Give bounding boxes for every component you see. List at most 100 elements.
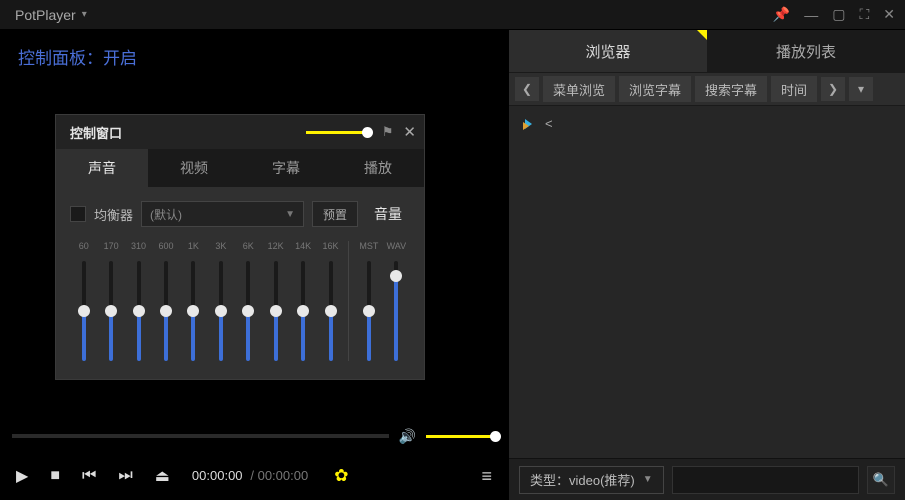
seek-bar[interactable] <box>12 434 389 438</box>
eq-band[interactable]: 170 <box>97 241 124 361</box>
status-banner: 控制面板：开启 <box>0 30 508 69</box>
opacity-knob[interactable] <box>362 127 373 138</box>
band-slider[interactable] <box>191 261 195 361</box>
control-window-title: 控制窗口 <box>70 123 122 142</box>
settings-icon[interactable]: ✿ <box>334 466 348 486</box>
band-slider[interactable] <box>82 261 86 361</box>
tab-video[interactable]: 视频 <box>148 149 240 187</box>
band-freq: 310 <box>131 241 146 257</box>
band-slider[interactable] <box>246 261 250 361</box>
pin-icon[interactable]: 📌 <box>773 6 790 23</box>
play-button[interactable]: ▶ <box>16 466 28 486</box>
back-button[interactable]: ❮ <box>515 77 539 101</box>
next-button[interactable]: ⏭ <box>118 467 132 485</box>
band-slider[interactable] <box>219 261 223 361</box>
band-slider[interactable] <box>274 261 278 361</box>
band-slider[interactable] <box>329 261 333 361</box>
chevron-down-icon: ▼ <box>285 209 295 220</box>
maximize-icon[interactable]: ▢ <box>832 6 845 23</box>
band-label: WAV <box>387 241 407 257</box>
preset-value: (默认) <box>150 206 182 223</box>
pin-window-icon[interactable]: ⚑ <box>382 124 394 140</box>
side-tabs: 浏览器 播放列表 <box>509 30 905 72</box>
eq-checkbox[interactable] <box>70 206 86 222</box>
eq-band[interactable]: 1K <box>180 241 207 361</box>
band-label: MST <box>359 241 378 257</box>
item-label: < <box>545 116 553 131</box>
volume-icon[interactable]: 🔊 <box>399 428 416 445</box>
stop-button[interactable]: ■ <box>50 467 60 485</box>
player-pane: 控制面板：开启 控制窗口 ⚑ ✕ 声音 视频 字幕 播放 均衡器 (默认) <box>0 30 508 500</box>
time-total: 00:00:00 <box>258 468 309 483</box>
browse-subtitle-button[interactable]: 浏览字幕 <box>619 76 691 102</box>
eq-bands: 60 170 310 600 1K 3K 6K 12K 14K 16K MST WAV <box>70 241 410 361</box>
eq-label: 均衡器 <box>94 205 133 224</box>
search-subtitle-button[interactable]: 搜索字幕 <box>695 76 767 102</box>
audio-panel: 均衡器 (默认) ▼ 预置 音量 60 170 310 600 1K 3K 6K 12K 14K… <box>56 187 424 379</box>
tab-indicator-icon <box>697 30 707 40</box>
volume-band-mst[interactable]: MST <box>355 241 382 361</box>
band-slider[interactable] <box>164 261 168 361</box>
eject-button[interactable]: ⏏ <box>155 466 170 486</box>
eq-band[interactable]: 3K <box>207 241 234 361</box>
band-freq: 6K <box>243 241 254 257</box>
toolbar-dropdown[interactable]: ▾ <box>849 77 873 101</box>
menu-icon[interactable]: ≡ <box>481 466 492 487</box>
preset-button[interactable]: 预置 <box>312 201 358 227</box>
minimize-icon[interactable]: — <box>804 7 818 23</box>
volume-band-wav[interactable]: WAV <box>383 241 410 361</box>
eq-band[interactable]: 12K <box>262 241 289 361</box>
menu-browse-button[interactable]: 菜单浏览 <box>543 76 615 102</box>
eq-band[interactable]: 60 <box>70 241 97 361</box>
tab-browser[interactable]: 浏览器 <box>509 30 707 72</box>
close-control-window-icon[interactable]: ✕ <box>403 123 416 141</box>
band-slider[interactable] <box>137 261 141 361</box>
preset-dropdown[interactable]: (默认) ▼ <box>141 201 304 227</box>
volume-slider[interactable] <box>426 435 496 438</box>
search-input[interactable] <box>672 466 859 494</box>
close-icon[interactable]: ✕ <box>883 6 895 23</box>
eq-band[interactable]: 600 <box>152 241 179 361</box>
time-current: 00:00:00 <box>192 468 243 483</box>
eq-band[interactable]: 16K <box>317 241 344 361</box>
eq-band[interactable]: 6K <box>235 241 262 361</box>
list-item[interactable]: < <box>523 116 891 131</box>
eq-band[interactable]: 310 <box>125 241 152 361</box>
main: 控制面板：开启 控制窗口 ⚑ ✕ 声音 视频 字幕 播放 均衡器 (默认) <box>0 30 905 500</box>
media-icon <box>523 117 537 131</box>
band-freq: 60 <box>79 241 89 257</box>
volume-label: 音量 <box>366 201 410 227</box>
playback-controls: ▶ ■ ⏮ ⏭ ⏏ 00:00:00 / 00:00:00 ✿ ≡ <box>0 452 508 500</box>
time-display: 00:00:00 / 00:00:00 <box>192 468 308 484</box>
browser-footer: 类型： video(推荐) ▼ 🔍 <box>509 458 905 500</box>
forward-button[interactable]: ❯ <box>821 77 845 101</box>
window-controls: 📌 — ▢ ⛶ ✕ <box>773 6 895 23</box>
band-slider[interactable] <box>367 261 371 361</box>
band-freq: 1K <box>188 241 199 257</box>
control-window-header[interactable]: 控制窗口 ⚑ ✕ <box>56 115 424 149</box>
title-dropdown-icon[interactable]: ▾ <box>82 9 87 20</box>
browser-toolbar: ❮ 菜单浏览 浏览字幕 搜索字幕 时间 ❯ ▾ <box>509 72 905 106</box>
band-freq: 16K <box>323 241 339 257</box>
opacity-slider[interactable] <box>306 131 368 134</box>
type-filter-dropdown[interactable]: 类型： video(推荐) ▼ <box>519 466 664 494</box>
band-freq: 600 <box>158 241 173 257</box>
app-title: PotPlayer <box>15 7 76 23</box>
tab-audio[interactable]: 声音 <box>56 149 148 187</box>
tab-playback[interactable]: 播放 <box>332 149 424 187</box>
band-slider[interactable] <box>301 261 305 361</box>
fullscreen-icon[interactable]: ⛶ <box>859 6 869 23</box>
band-slider[interactable] <box>394 261 398 361</box>
band-slider[interactable] <box>109 261 113 361</box>
tab-subtitle[interactable]: 字幕 <box>240 149 332 187</box>
band-freq: 12K <box>268 241 284 257</box>
volume-knob[interactable] <box>490 431 501 442</box>
tab-playlist[interactable]: 播放列表 <box>707 30 905 72</box>
time-button[interactable]: 时间 <box>771 76 817 102</box>
control-window: 控制窗口 ⚑ ✕ 声音 视频 字幕 播放 均衡器 (默认) ▼ <box>55 114 425 380</box>
band-freq: 14K <box>295 241 311 257</box>
eq-band[interactable]: 14K <box>289 241 316 361</box>
search-icon[interactable]: 🔍 <box>867 466 895 494</box>
band-freq: 3K <box>215 241 226 257</box>
prev-button[interactable]: ⏮ <box>82 467 96 485</box>
